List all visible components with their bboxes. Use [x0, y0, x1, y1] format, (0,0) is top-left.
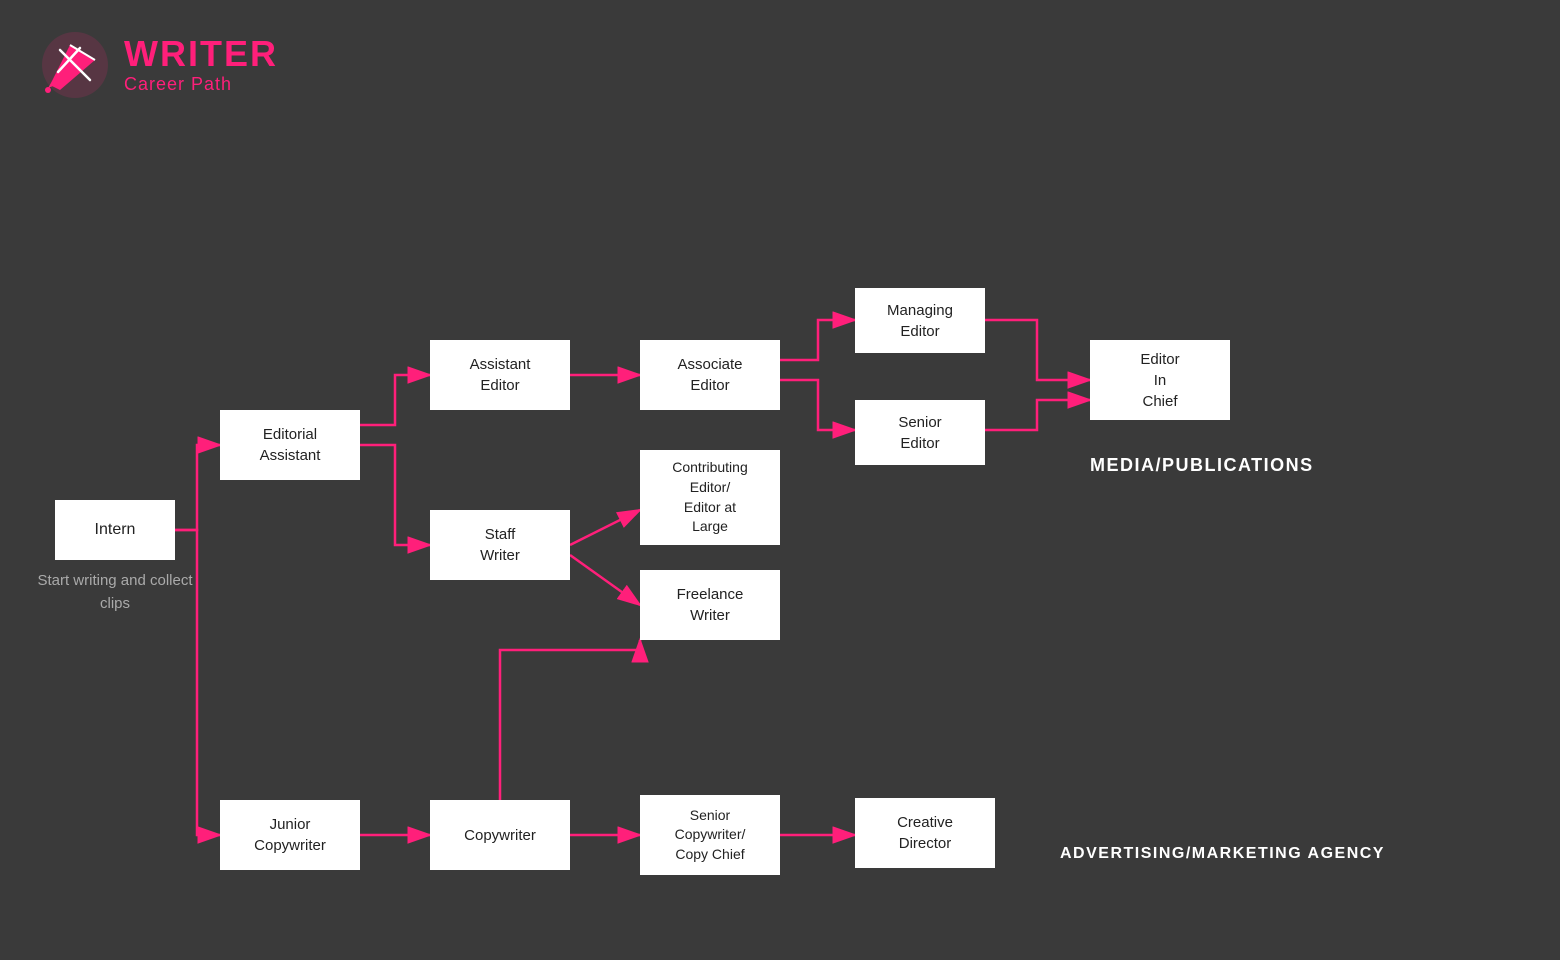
- box-assistant-editor: AssistantEditor: [430, 340, 570, 410]
- box-staff-writer: StaffWriter: [430, 510, 570, 580]
- box-editorial-assistant: EditorialAssistant: [220, 410, 360, 480]
- career-path-container: Intern EditorialAssistant AssistantEdito…: [0, 140, 1560, 960]
- box-senior-editor: SeniorEditor: [855, 400, 985, 465]
- app-title: WRITER: [124, 36, 278, 72]
- box-copywriter: Copywriter: [430, 800, 570, 870]
- app-subtitle: Career Path: [124, 74, 278, 95]
- box-contributing-editor: ContributingEditor/Editor atLarge: [640, 450, 780, 545]
- header-text: WRITER Career Path: [124, 36, 278, 95]
- media-publications-label: MEDIA/PUBLICATIONS: [1090, 455, 1314, 476]
- box-junior-copywriter: JuniorCopywriter: [220, 800, 360, 870]
- box-creative-director: CreativeDirector: [855, 798, 995, 868]
- header: WRITER Career Path: [40, 30, 278, 100]
- box-freelance-writer: FreelanceWriter: [640, 570, 780, 640]
- box-senior-copywriter: SeniorCopywriter/Copy Chief: [640, 795, 780, 875]
- box-editor-in-chief: EditorInChief: [1090, 340, 1230, 420]
- box-intern: Intern: [55, 500, 175, 560]
- logo-icon: [40, 30, 110, 100]
- advertising-label: ADVERTISING/MARKETING AGENCY: [1060, 845, 1385, 863]
- intern-note: Start writing and collect clips: [30, 570, 200, 615]
- box-managing-editor: ManagingEditor: [855, 288, 985, 353]
- box-associate-editor: AssociateEditor: [640, 340, 780, 410]
